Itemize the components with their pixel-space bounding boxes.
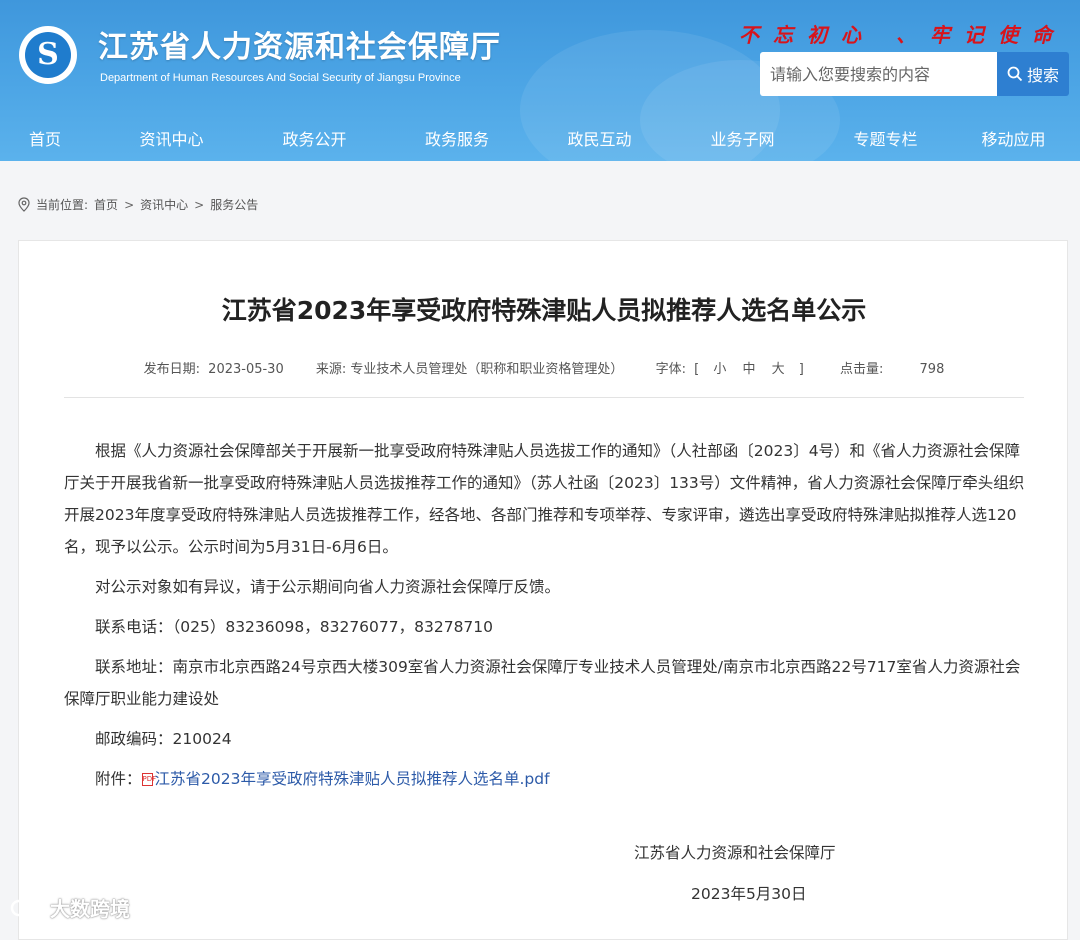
nav-item-gov-service[interactable]: 政务服务 [376,118,538,161]
nav-item-news[interactable]: 资讯中心 [90,118,253,161]
article-body: 根据《人力资源社会保障部关于开展新一批享受政府特殊津贴人员选拔工作的通知》（人社… [64,435,1032,803]
nav-item-topics[interactable]: 专题专栏 [824,118,947,161]
issuer-signature: 江苏省人力资源和社会保障厅 [634,844,836,862]
paragraph-postcode: 邮政编码：210024 [95,730,232,748]
attachment-link[interactable]: PDF江苏省2023年享受政府特殊津贴人员拟推荐人选名单.pdf [141,770,550,788]
meta-date: 发布日期: 2023-05-30 [144,362,288,377]
breadcrumb: 当前位置: 首页 > 资讯中心 > 服务公告 [18,196,258,213]
pdf-icon: PDF [141,773,156,786]
paragraph-objection: 对公示对象如有异议，请于公示期间向省人力资源社会保障厅反馈。 [95,578,561,596]
site-header: S 江苏省人力资源和社会保障厅 Department of Human Reso… [0,0,1080,161]
font-bracket-close: ] [798,362,804,377]
article-meta: 发布日期: 2023-05-30 来源: 专业技术人员管理处（职称和职业资格管理… [19,358,1069,377]
font-large-button[interactable]: 大 [772,362,785,377]
nav-item-subnet[interactable]: 业务子网 [661,118,824,161]
meta-font-label: 字体: [655,362,686,377]
breadcrumb-label: 当前位置: [36,198,89,212]
paragraph-attachment: 附件：PDF江苏省2023年享受政府特殊津贴人员拟推荐人选名单.pdf [64,763,1032,795]
attachment-label: 附件： [95,770,142,788]
article-card: 江苏省2023年享受政府特殊津贴人员拟推荐人选名单公示 发布日期: 2023-0… [18,240,1068,940]
watermark-text: 大数跨境 [50,897,130,921]
paragraph-intro: 根据《人力资源社会保障部关于开展新一批享受政府特殊津贴人员选拔工作的通知》（人社… [64,442,1025,556]
font-medium-button[interactable]: 中 [742,362,755,377]
article-title: 江苏省2023年享受政府特殊津贴人员拟推荐人选名单公示 [221,296,867,325]
breadcrumb-announcement[interactable]: 服务公告 [210,196,258,213]
nav-item-mobile[interactable]: 移动应用 [947,118,1080,161]
attachment-filename: 江苏省2023年享受政府特殊津贴人员拟推荐人选名单.pdf [154,770,550,788]
meta-clicks: 点击量: 798 [840,362,944,377]
search-icon [1007,66,1023,82]
breadcrumb-separator: > [194,197,205,212]
breadcrumb-separator: > [124,197,135,212]
meta-clicks-value: 798 [919,362,945,377]
title-divider [64,397,1024,398]
search-button-label: 搜索 [1026,66,1059,85]
issue-date: 2023年5月30日 [691,885,807,903]
meta-source-value: 专业技术人员管理处（职称和职业资格管理处） [350,362,624,377]
watermark: 大数跨境 [10,893,130,922]
paragraph-address: 联系地址：南京市北京西路24号京西大楼309室省人力资源社会保障厅专业技术人员管… [64,658,1021,708]
search-button[interactable]: 搜索 [997,52,1069,96]
site-subtitle: Department of Human Resources And Social… [100,72,461,84]
meta-font-size: 字体: [ 小 中 大 ] [656,362,812,377]
meta-clicks-label: 点击量: [840,362,884,377]
main-nav: 首页 资讯中心 政务公开 政务服务 政民互动 业务子网 专题专栏 移动应用 [0,118,1080,161]
site-title: 江苏省人力资源和社会保障厅 [98,30,501,65]
font-small-button[interactable]: 小 [713,362,726,377]
meta-source: 来源: 专业技术人员管理处（职称和职业资格管理处） [316,362,628,377]
meta-date-value: 2023-05-30 [208,362,284,377]
nav-item-gov-open[interactable]: 政务公开 [253,118,376,161]
meta-date-label: 发布日期: [143,362,201,377]
slogan: 不忘初心 、牢记使命 [739,23,1066,47]
nav-item-interaction[interactable]: 政民互动 [538,118,661,161]
site-logo[interactable]: S [19,26,77,84]
brand-logo-icon [10,899,45,916]
breadcrumb-home[interactable]: 首页 [94,196,118,213]
meta-source-label: 来源: [315,362,347,377]
logo-emblem-icon: S [25,32,71,78]
font-bracket-open: [ [694,362,700,377]
nav-item-home[interactable]: 首页 [0,118,90,161]
location-pin-icon [18,197,30,212]
paragraph-phone: 联系电话：（025）83236098，83276077，83278710 [95,618,494,636]
breadcrumb-news[interactable]: 资讯中心 [140,196,188,213]
search-input[interactable] [760,52,997,96]
